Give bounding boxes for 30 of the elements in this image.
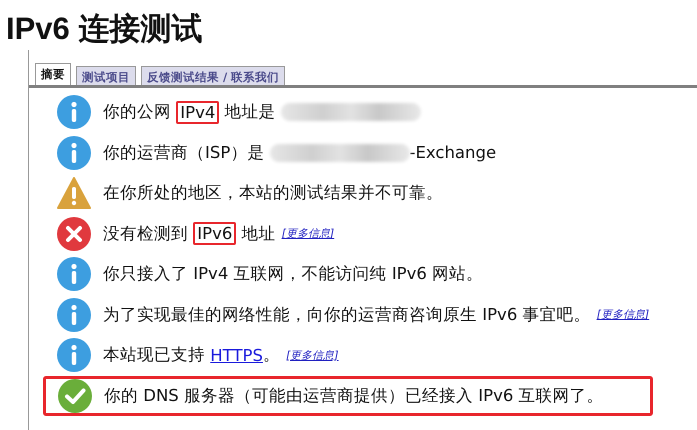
info-icon [57, 298, 91, 332]
message-text: 你的公网 [103, 101, 172, 124]
message-text: 没有检测到 [103, 222, 189, 245]
https-link[interactable]: HTTPS [210, 346, 263, 365]
more-info-link[interactable]: [更多信息] [596, 307, 650, 322]
tab[interactable]: 反馈测试结果 / 联系我们 [141, 66, 286, 85]
message-text: 为了实现最佳的网络性能，向你的运营商咨询原生 IPv6 事宜吧。 [103, 304, 591, 326]
highlighted-text: IPv4 [176, 100, 220, 124]
more-info-link[interactable]: [更多信息] [286, 348, 339, 363]
message-text: 本站现已支持 [103, 344, 206, 366]
error-icon [57, 216, 91, 251]
more-info-link[interactable]: [更多信息] [282, 226, 334, 242]
highlighted-text: IPv6 [193, 222, 236, 246]
warning-icon [57, 177, 91, 210]
page-title: IPv6 连接测试 [5, 10, 204, 48]
message-text: -Exchange [410, 143, 496, 162]
info-icon [57, 136, 91, 170]
info-icon [57, 257, 91, 292]
message-text: 。 [262, 344, 280, 366]
tab[interactable]: 摘要 [35, 63, 71, 85]
message-text: 在你所处的地区，本站的测试结果并不可靠。 [103, 182, 443, 204]
message-text: 你只接入了 IPv4 互联网，不能访问纯 IPv6 网站。 [103, 263, 484, 286]
message-text: 地址 [240, 222, 276, 245]
info-icon [57, 338, 91, 372]
message-text: 你的运营商（ISP）是 [103, 142, 266, 164]
info-icon [57, 95, 91, 130]
message-text: 你的 DNS 服务器（可能由运营商提供）已经接入 IPv6 互联网了。 [104, 384, 604, 407]
message-text: 地址是 [224, 101, 277, 124]
tab[interactable]: 测试项目 [76, 66, 136, 85]
check-icon [58, 378, 92, 413]
